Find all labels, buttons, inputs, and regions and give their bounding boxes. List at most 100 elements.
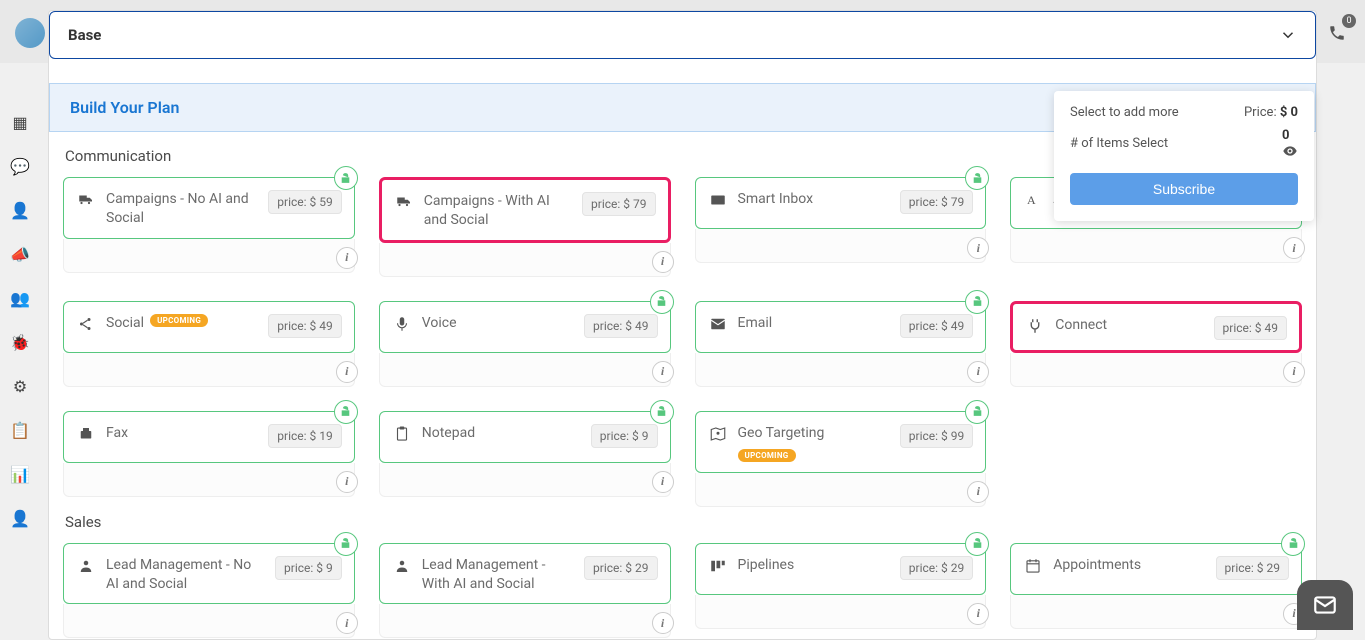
item-title-area: Connect [1055, 316, 1205, 335]
help-fab[interactable] [1297, 580, 1353, 630]
rail-gear-icon[interactable]: ⚙ [8, 374, 32, 398]
item-info-row: i [379, 463, 671, 497]
left-nav-rail: ▦ 💬 👤 📣 👥 🐞 ⚙ 📋 📊 👤 [0, 100, 40, 540]
plan-item: Connectprice: $ 49 i [1010, 301, 1302, 387]
info-icon[interactable]: i [1283, 237, 1305, 259]
plan-item-card[interactable]: Smart Inboxprice: $ 79 [695, 177, 987, 229]
item-info-row: i [379, 604, 671, 638]
info-icon[interactable]: i [336, 471, 358, 493]
item-info-row: i [695, 229, 987, 263]
item-title: Campaigns - No AI and Social [106, 190, 260, 228]
plan-item-card[interactable]: Pipelinesprice: $ 29 [695, 543, 987, 595]
rail-table-icon[interactable]: 📊 [8, 462, 32, 486]
category-title: Sales [65, 513, 1302, 531]
plan-item-card[interactable]: Lead Management - With AI and Socialpric… [379, 543, 671, 605]
plan-item-card[interactable]: Campaigns - No AI and Social price: $ 59 [63, 177, 355, 239]
plan-item: SocialUPCOMING price: $ 49 i [63, 301, 355, 387]
plan-item: Geo TargetingUPCOMINGprice: $ 99i [695, 411, 987, 507]
info-icon[interactable]: i [652, 612, 674, 634]
plan-item-card[interactable]: Notepad price: $ 9 [379, 411, 671, 463]
plan-item: Campaigns - With AI and Socialprice: $ 7… [379, 177, 671, 277]
phone-icon [1328, 24, 1346, 42]
rail-dashboard-icon[interactable]: ▦ [8, 110, 32, 134]
item-title-area: Pipelines [738, 556, 892, 575]
plan-item-card[interactable]: Campaigns - With AI and Socialprice: $ 7… [379, 177, 671, 243]
rail-people-icon[interactable]: 👥 [8, 286, 32, 310]
info-icon[interactable]: i [967, 361, 989, 383]
info-icon[interactable]: i [1283, 361, 1305, 383]
price-chip: price: $ 19 [268, 424, 341, 448]
rail-contact-icon[interactable]: 👤 [8, 198, 32, 222]
rail-chat-icon[interactable]: 💬 [8, 154, 32, 178]
item-info-row: i [1010, 595, 1302, 629]
plan-item: Emailprice: $ 49 i [695, 301, 987, 387]
person-icon [392, 556, 412, 576]
upcoming-badge: UPCOMING [738, 449, 796, 462]
info-icon[interactable]: i [336, 247, 358, 269]
subscribe-button[interactable]: Subscribe [1070, 173, 1298, 205]
item-info-row: i [695, 473, 987, 507]
item-title: Connect [1055, 316, 1107, 335]
items-grid: Campaigns - No AI and Social price: $ 59 i… [63, 177, 1302, 507]
rail-bug-icon[interactable]: 🐞 [8, 330, 32, 354]
item-title: Notepad [422, 424, 475, 443]
fax-icon [76, 424, 96, 444]
info-icon[interactable]: i [336, 612, 358, 634]
unlock-icon [650, 400, 674, 424]
item-title: Voice [422, 314, 457, 333]
rail-list-icon[interactable]: 📋 [8, 418, 32, 442]
unlock-icon [334, 166, 358, 190]
info-icon[interactable]: i [652, 251, 674, 273]
person-icon [76, 556, 96, 576]
truck-icon [394, 192, 414, 212]
item-title-area: Campaigns - No AI and Social [106, 190, 260, 228]
plan-item-card[interactable]: Emailprice: $ 49 [695, 301, 987, 353]
price-chip: price: $ 49 [900, 314, 973, 338]
plan-item-card[interactable]: Fax price: $ 19 [63, 411, 355, 463]
price-chip: price: $ 99 [900, 424, 973, 448]
item-info-row: i [1010, 229, 1302, 263]
plan-item-card[interactable]: Voice price: $ 49 [379, 301, 671, 353]
price-chip: price: $ 9 [591, 424, 658, 448]
item-info-row: i [695, 353, 987, 387]
plan-item-card[interactable]: Geo TargetingUPCOMINGprice: $ 99 [695, 411, 987, 473]
info-icon[interactable]: i [967, 481, 989, 503]
avatar[interactable] [15, 18, 45, 48]
unlock-icon [965, 532, 989, 556]
info-icon[interactable]: i [652, 361, 674, 383]
info-icon[interactable]: i [967, 603, 989, 625]
phone-button[interactable]: 0 [1322, 18, 1352, 48]
item-title-area: SocialUPCOMING [106, 314, 260, 333]
plan-item-card[interactable]: Lead Management - No AI and Socialprice:… [63, 543, 355, 605]
section-header-label: Build Your Plan [70, 98, 179, 117]
eye-icon[interactable] [1282, 143, 1298, 159]
plan-item: Appointmentsprice: $ 29i [1010, 543, 1302, 639]
item-title: Pipelines [738, 556, 795, 575]
info-icon[interactable]: i [652, 471, 674, 493]
plan-item-card[interactable]: SocialUPCOMING price: $ 49 [63, 301, 355, 353]
rail-user-icon[interactable]: 👤 [8, 506, 32, 530]
plan-item: Voice price: $ 49 i [379, 301, 671, 387]
plan-item-card[interactable]: Appointmentsprice: $ 29 [1010, 543, 1302, 595]
plan-item: Notepad price: $ 9 i [379, 411, 671, 507]
map-icon [708, 424, 728, 444]
inbox-icon [708, 190, 728, 210]
info-icon[interactable]: i [967, 237, 989, 259]
phone-badge-count: 0 [1342, 14, 1356, 28]
rail-megaphone-icon[interactable]: 📣 [8, 242, 32, 266]
price-chip: price: $ 49 [584, 314, 657, 338]
item-info-row: i [379, 243, 671, 277]
price-chip: price: $ 49 [268, 314, 341, 338]
item-info-row: i [1010, 353, 1302, 387]
plan-item: Pipelinesprice: $ 29 i [695, 543, 987, 639]
clipboard-icon [392, 424, 412, 444]
item-title-area: Fax [106, 424, 260, 443]
item-title-area: Lead Management - No AI and Social [106, 556, 267, 594]
info-icon[interactable]: i [336, 361, 358, 383]
price-chip: price: $ 59 [268, 190, 341, 214]
items-grid: Lead Management - No AI and Socialprice:… [63, 543, 1302, 639]
summary-price-label: Price: [1244, 105, 1277, 120]
item-info-row: i [63, 239, 355, 273]
base-plan-select[interactable]: Base [49, 11, 1316, 59]
plan-item-card[interactable]: Connectprice: $ 49 [1010, 301, 1302, 353]
